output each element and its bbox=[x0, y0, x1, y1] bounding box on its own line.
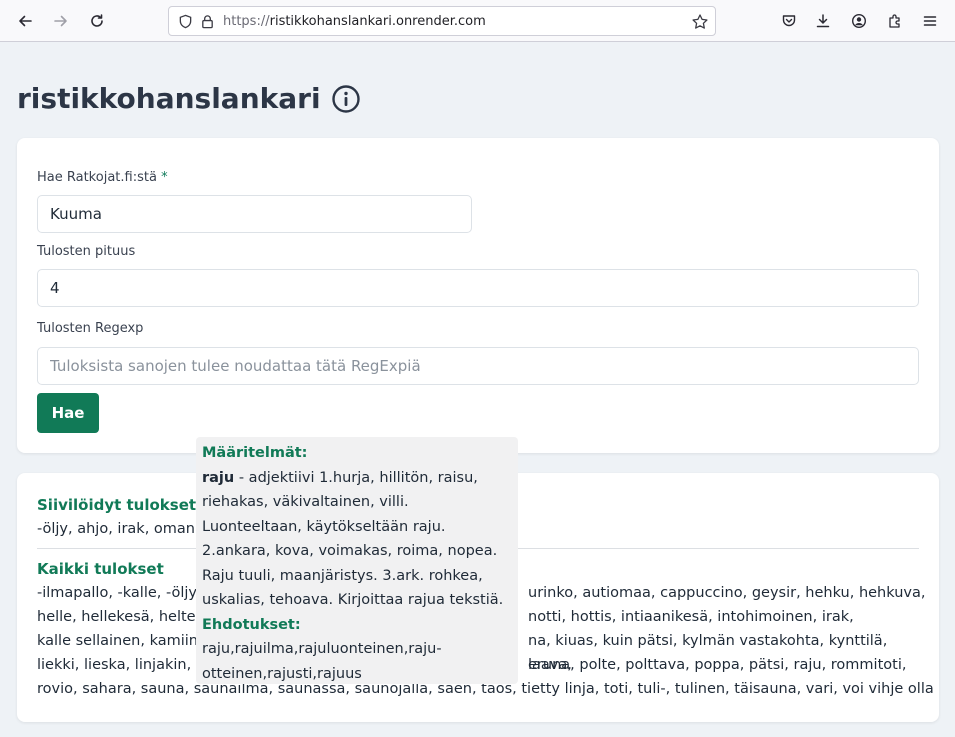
reload-icon bbox=[91, 14, 103, 27]
reload-button[interactable] bbox=[84, 8, 110, 34]
back-button[interactable] bbox=[12, 8, 38, 34]
hamburger-menu-icon bbox=[923, 16, 937, 26]
length-input[interactable] bbox=[37, 269, 919, 307]
download-icon bbox=[816, 14, 830, 28]
url-protocol: https:// bbox=[223, 13, 270, 29]
search-form-card: Hae Ratkojat.fi:stä * Tulosten pituus Tu… bbox=[17, 138, 939, 453]
shield-icon[interactable] bbox=[177, 13, 193, 29]
puzzle-icon bbox=[889, 14, 900, 28]
all-results-title: Kaikki tulokset bbox=[37, 560, 164, 578]
pocket-button[interactable] bbox=[776, 8, 802, 34]
search-label-text: Hae Ratkojat.fi:stä bbox=[37, 170, 157, 185]
result-line-left: helle, hellekesä, heltei bbox=[37, 609, 200, 625]
extensions-button[interactable] bbox=[882, 8, 908, 34]
url-host: ristikkohanslankari.onrender.com bbox=[269, 13, 486, 29]
definition-text: raju - adjektiivi 1.hurja, hillitön, rai… bbox=[202, 466, 512, 613]
page-title: ristikkohanslankari bbox=[17, 82, 361, 115]
info-icon[interactable] bbox=[331, 84, 361, 114]
suggestions-title: Ehdotukset: bbox=[202, 616, 301, 633]
search-input[interactable] bbox=[37, 195, 472, 233]
bookmark-star-icon[interactable] bbox=[691, 13, 709, 31]
regexp-input[interactable] bbox=[37, 347, 919, 385]
account-icon bbox=[851, 13, 867, 29]
result-line-right: eruna, polte, polttava, poppa, pätsi, ra… bbox=[528, 657, 907, 673]
result-line-right: notti, hottis, intiaanikesä, intohimoine… bbox=[528, 609, 854, 625]
url-text: https://ristikkohanslankari.onrender.com bbox=[223, 14, 486, 29]
lock-icon[interactable] bbox=[199, 13, 215, 29]
pocket-icon bbox=[782, 15, 796, 27]
forward-button[interactable] bbox=[48, 8, 74, 34]
definitions-title: Määritelmät: bbox=[202, 445, 308, 461]
result-line-right: urinko, autiomaa, cappuccino, geysir, he… bbox=[528, 585, 926, 601]
definition-word: raju bbox=[202, 469, 235, 486]
search-label: Hae Ratkojat.fi:stä * bbox=[37, 170, 168, 185]
menu-button[interactable] bbox=[917, 8, 943, 34]
suggestions-text: raju,rajuilma,rajuluonteinen,raju-ottein… bbox=[202, 641, 442, 682]
browser-toolbar: https://ristikkohanslankari.onrender.com bbox=[0, 0, 955, 42]
result-line-left: kalle sellainen, kamiina bbox=[37, 633, 207, 649]
back-arrow-icon bbox=[19, 15, 32, 27]
forward-arrow-icon bbox=[54, 15, 67, 27]
account-button[interactable] bbox=[846, 8, 872, 34]
page-title-text: ristikkohanslankari bbox=[17, 82, 321, 115]
required-mark: * bbox=[161, 170, 168, 185]
address-bar[interactable]: https://ristikkohanslankari.onrender.com bbox=[168, 6, 716, 36]
definition-body: - adjektiivi 1.hurja, hillitön, raisu, r… bbox=[202, 469, 504, 609]
definition-popup: Määritelmät: raju - adjektiivi 1.hurja, … bbox=[196, 437, 518, 684]
regexp-label: Tulosten Regexp bbox=[37, 321, 144, 336]
result-line-left: liekki, lieska, linjakin, l bbox=[37, 657, 200, 673]
filtered-results-title: Siivilöidyt tulokset bbox=[37, 496, 197, 514]
downloads-button[interactable] bbox=[810, 8, 836, 34]
length-label: Tulosten pituus bbox=[37, 244, 136, 259]
search-button[interactable]: Hae bbox=[37, 393, 99, 433]
result-line-left: -ilmapallo, -kalle, -öljy, bbox=[37, 585, 202, 601]
